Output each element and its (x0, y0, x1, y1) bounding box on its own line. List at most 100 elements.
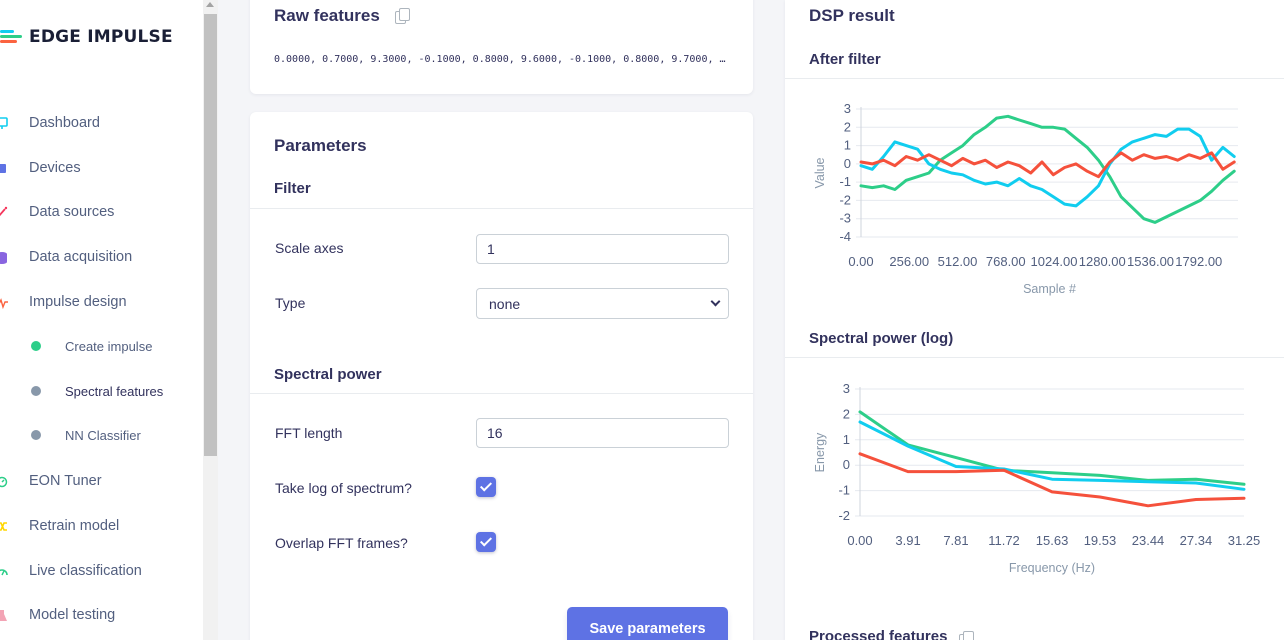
copy-icon[interactable] (959, 631, 974, 640)
scrollbar-thumb[interactable] (204, 14, 217, 456)
after-filter-title: After filter (809, 51, 881, 68)
y-tick-label: -4 (839, 229, 851, 244)
overlap-fft-checkbox[interactable] (476, 532, 496, 552)
x-tick-label: 27.34 (1180, 533, 1213, 548)
y-tick-label: 1 (844, 138, 851, 153)
x-axis-title: Sample # (1023, 282, 1076, 296)
x-tick-label: 19.53 (1084, 533, 1117, 548)
y-tick-label: -1 (838, 483, 850, 498)
series-line-2 (859, 151, 1236, 179)
divider (785, 78, 1284, 79)
type-select-value: none (489, 295, 521, 312)
x-tick-label: 23.44 (1132, 533, 1165, 548)
sidebar-item-impulse-design[interactable]: Impulse design (0, 287, 200, 317)
x-tick-label: 0.00 (848, 254, 873, 269)
sidebar-item-label: Data sources (29, 204, 115, 220)
take-log-checkbox[interactable] (476, 477, 496, 497)
copy-icon[interactable] (395, 8, 410, 24)
spectral-power-chart-svg: 3 2 1 0 -1 -2 0.00 3.91 7.81 11.72 15.63 19.53 23.44… (813, 381, 1261, 575)
scale-axes-input[interactable] (476, 234, 729, 264)
sidebar-item-label: Devices (29, 160, 81, 176)
chevron-down-icon (710, 296, 721, 307)
dsp-result-panel: DSP result After filter 3 2 1 0 -1 -2 -3 -4 0.00… (785, 0, 1284, 640)
sidebar-item-data-sources[interactable]: Data sources (0, 197, 200, 227)
scale-axes-label: Scale axes (275, 240, 344, 256)
sidebar-item-label: Impulse design (29, 294, 127, 310)
divider (250, 208, 753, 209)
after-filter-chart-svg: 3 2 1 0 -1 -2 -3 -4 0.00 256.00 512.00 768.00 1024.0… (813, 101, 1238, 296)
y-tick-label: -2 (838, 508, 850, 523)
y-tick-label: 2 (844, 119, 851, 134)
status-dot (31, 386, 41, 396)
x-tick-label: 1792.00 (1175, 254, 1222, 269)
sidebar-item-label: Data acquisition (29, 249, 133, 265)
flask-icon (0, 608, 8, 622)
y-tick-label: 2 (843, 406, 850, 421)
brand-logo[interactable]: EDGE IMPULSE (0, 26, 173, 48)
chip-icon (0, 161, 8, 175)
raw-features-card: Raw features 0.0000, 0.7000, 9.3000, -0.… (250, 0, 753, 94)
x-tick-label: 0.00 (847, 533, 872, 548)
y-tick-label: 1 (843, 432, 850, 447)
fft-length-input[interactable] (476, 418, 729, 448)
processed-features-title: Processed features (809, 628, 948, 640)
monitor-icon (0, 116, 8, 130)
x-tick-label: 31.25 (1228, 533, 1261, 548)
gauge-icon (0, 564, 8, 578)
x-tick-label: 512.00 (938, 254, 978, 269)
spectral-power-section-title: Spectral power (274, 366, 382, 383)
y-tick-label: 0 (844, 156, 851, 171)
sidebar-item-live-classification[interactable]: Live classification (0, 556, 200, 586)
sidebar-item-label: Live classification (29, 563, 142, 579)
filter-section-title: Filter (274, 180, 311, 197)
sidebar-subitem-nn-classifier[interactable]: NN Classifier (0, 421, 200, 449)
sidebar-item-devices[interactable]: Devices (0, 153, 200, 183)
fft-length-label: FFT length (275, 425, 343, 441)
sidebar-item-label: EON Tuner (29, 473, 102, 489)
y-tick-label: 3 (844, 101, 851, 116)
y-tick-label: -3 (839, 211, 851, 226)
type-select[interactable]: none (476, 288, 729, 319)
x-tick-label: 768.00 (986, 254, 1026, 269)
raw-features-title: Raw features (274, 6, 380, 25)
y-axis-title: Energy (813, 432, 827, 472)
pulse-icon (0, 295, 8, 309)
y-tick-label: 0 (843, 457, 850, 472)
y-axis-title: Value (813, 157, 827, 188)
sidebar-item-label: Retrain model (29, 518, 120, 534)
x-tick-label: 1280.00 (1079, 254, 1126, 269)
wand-icon (0, 205, 8, 219)
sidebar-item-data-acquisition[interactable]: Data acquisition (0, 242, 200, 272)
sidebar-subitem-label: Spectral features (65, 383, 164, 399)
sidebar-subitem-spectral-features[interactable]: Spectral features (0, 377, 200, 405)
parameters-card: Parameters Filter Scale axes Type none S… (250, 112, 753, 640)
shuffle-icon (0, 519, 8, 533)
x-axis-title: Frequency (Hz) (1009, 561, 1095, 575)
sidebar-item-model-testing[interactable]: Model testing (0, 600, 200, 630)
divider (250, 393, 753, 394)
sidebar-subitem-label: NN Classifier (65, 427, 141, 443)
x-tick-label: 7.81 (943, 533, 968, 548)
y-tick-label: -1 (839, 174, 851, 189)
series-line-0 (858, 410, 1246, 486)
spectral-power-chart-title: Spectral power (log) (809, 330, 954, 347)
sidebar-item-label: Dashboard (29, 115, 100, 131)
parameters-title: Parameters (274, 136, 367, 155)
y-tick-label: -2 (839, 192, 851, 207)
x-tick-label: 3.91 (895, 533, 920, 548)
sidebar-item-dashboard[interactable]: Dashboard (0, 108, 200, 138)
after-filter-chart: 3 2 1 0 -1 -2 -3 -4 0.00 256.00 512.00 768.00 1024.0… (785, 92, 1284, 312)
scroll-up-arrow-icon[interactable] (206, 2, 214, 7)
sidebar-item-eon-tuner[interactable]: EON Tuner (0, 466, 200, 496)
save-parameters-button[interactable]: Save parameters (567, 607, 728, 640)
x-tick-label: 11.72 (988, 533, 1020, 548)
sidebar-subitem-create-impulse[interactable]: Create impulse (0, 332, 200, 360)
database-icon (0, 250, 8, 264)
x-tick-label: 15.63 (1036, 533, 1069, 548)
status-dot (31, 430, 41, 440)
sidebar-subitem-label: Create impulse (65, 338, 153, 354)
sidebar: EDGE IMPULSE Dashboard Devices Data sour… (0, 0, 203, 640)
divider (785, 357, 1284, 358)
type-label: Type (275, 295, 306, 311)
sidebar-item-retrain-model[interactable]: Retrain model (0, 511, 200, 541)
